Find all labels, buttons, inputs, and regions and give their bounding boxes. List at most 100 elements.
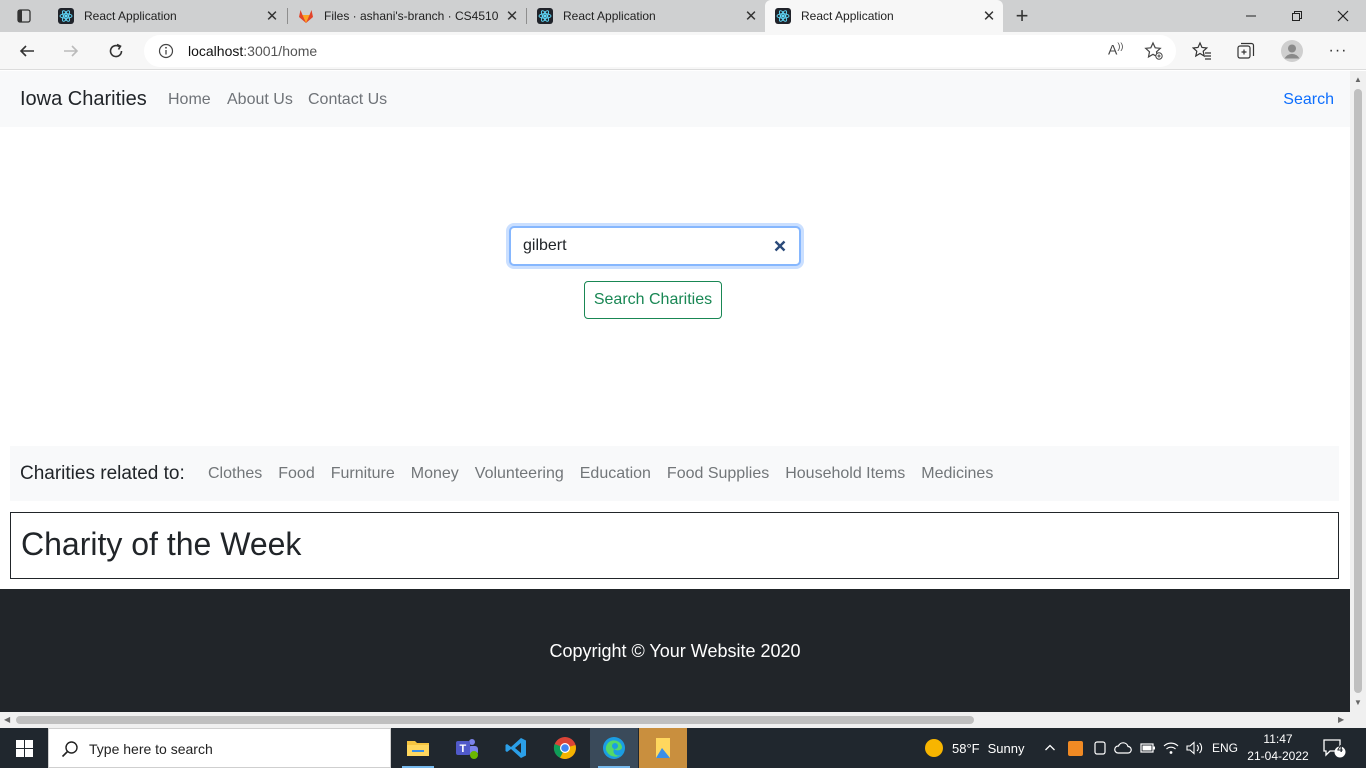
- refresh-button[interactable]: [101, 36, 131, 66]
- category-link[interactable]: Volunteering: [475, 465, 564, 483]
- favorites-icon: [1192, 41, 1211, 60]
- tab-close-icon[interactable]: ✕: [975, 7, 1003, 25]
- browser-tab-1[interactable]: React Application ✕: [48, 0, 286, 32]
- category-link[interactable]: Clothes: [208, 465, 262, 483]
- close-window-button[interactable]: [1320, 0, 1366, 32]
- tray-battery-icon[interactable]: [1140, 728, 1156, 768]
- taskbar-app-pinned[interactable]: [639, 728, 687, 768]
- more-dots-icon: ···: [1328, 42, 1348, 59]
- tab-close-icon[interactable]: ✕: [498, 7, 526, 25]
- language-label: ENG: [1212, 741, 1239, 755]
- sun-icon: [925, 739, 943, 757]
- taskbar-search-placeholder: Type here to search: [89, 741, 213, 757]
- refresh-icon: [109, 43, 123, 58]
- clock-date: 21-04-2022: [1247, 749, 1309, 763]
- category-link[interactable]: Food Supplies: [667, 465, 769, 483]
- avatar-icon: [1281, 40, 1303, 62]
- brand-link[interactable]: Iowa Charities: [20, 88, 147, 111]
- nav-link-search[interactable]: Search: [1283, 91, 1334, 109]
- weather-temperature: 58°F: [952, 740, 980, 756]
- taskbar-search-box[interactable]: Type here to search: [48, 728, 391, 768]
- category-link[interactable]: Money: [411, 465, 459, 483]
- device-icon: [1094, 741, 1106, 755]
- category-link[interactable]: Household Items: [785, 465, 905, 483]
- tab-close-icon[interactable]: ✕: [258, 7, 286, 25]
- search-input[interactable]: [523, 236, 763, 256]
- taskbar-chrome[interactable]: [541, 728, 589, 768]
- tab-title: Files · ashani's-branch · CS4510 S: [324, 9, 498, 23]
- search-charities-button[interactable]: Search Charities: [584, 281, 722, 319]
- scrollbar-corner: [1350, 712, 1366, 728]
- taskbar-file-explorer[interactable]: [394, 728, 442, 768]
- taskbar-vscode[interactable]: [492, 728, 540, 768]
- nav-link-contact[interactable]: Contact Us: [308, 91, 387, 109]
- input-language-button[interactable]: ENG: [1212, 728, 1238, 768]
- tab-close-icon[interactable]: ✕: [737, 7, 765, 25]
- vertical-scroll-thumb[interactable]: [1354, 89, 1362, 693]
- settings-more-button[interactable]: ···: [1323, 36, 1353, 66]
- react-favicon-icon: [58, 8, 74, 24]
- battery-icon: [1140, 743, 1155, 753]
- page-viewport: Iowa Charities Home About Us Contact Us …: [0, 71, 1350, 712]
- category-link[interactable]: Education: [580, 465, 651, 483]
- browser-tab-4-active[interactable]: React Application ✕: [765, 0, 1003, 32]
- browser-tab-3[interactable]: React Application ✕: [527, 0, 765, 32]
- category-link[interactable]: Medicines: [921, 465, 993, 483]
- svg-text:T: T: [460, 743, 467, 755]
- add-favorite-icon[interactable]: [1144, 41, 1164, 61]
- chevron-up-icon: [1045, 744, 1055, 751]
- forward-button[interactable]: [56, 36, 86, 66]
- tab-actions-icon: [17, 9, 31, 23]
- windows-logo-icon: [15, 739, 33, 757]
- tray-device-icon[interactable]: [1093, 728, 1107, 768]
- weather-description: Sunny: [987, 740, 1025, 756]
- react-favicon-icon: [775, 8, 791, 24]
- minimize-button[interactable]: [1228, 0, 1274, 32]
- weather-widget[interactable]: 58°F Sunny: [924, 728, 1024, 768]
- horizontal-scroll-thumb[interactable]: [16, 716, 974, 724]
- notification-center-button[interactable]: 4: [1322, 738, 1346, 763]
- browser-tab-2[interactable]: Files · ashani's-branch · CS4510 S ✕: [288, 0, 526, 32]
- category-link[interactable]: Furniture: [331, 465, 395, 483]
- taskbar-teams[interactable]: T: [443, 728, 491, 768]
- clear-search-icon[interactable]: [773, 239, 787, 253]
- tray-app-icon[interactable]: [1068, 728, 1083, 768]
- profile-button[interactable]: [1277, 36, 1307, 66]
- info-icon[interactable]: [158, 43, 174, 59]
- url-host: localhost: [188, 43, 244, 59]
- new-tab-button[interactable]: +: [1008, 0, 1036, 32]
- chrome-icon: [553, 737, 576, 759]
- vscode-icon: [505, 738, 526, 758]
- clock-time: 11:47: [1263, 732, 1293, 746]
- vertical-scrollbar[interactable]: ▲ ▼: [1350, 71, 1366, 712]
- tab-actions-button[interactable]: [0, 0, 48, 32]
- scroll-right-icon[interactable]: ▶: [1338, 715, 1344, 724]
- back-button[interactable]: [12, 36, 42, 66]
- teams-icon: T: [456, 739, 478, 759]
- category-link[interactable]: Food: [278, 465, 314, 483]
- start-button[interactable]: [0, 728, 48, 768]
- system-clock[interactable]: 11:47 21-04-2022: [1240, 731, 1316, 765]
- tab-title: React Application: [563, 9, 656, 23]
- nav-link-about[interactable]: About Us: [227, 91, 293, 109]
- restore-button[interactable]: [1274, 0, 1320, 32]
- categories-bar: Charities related to: Clothes Food Furni…: [10, 446, 1339, 501]
- tray-wifi-icon[interactable]: [1163, 728, 1179, 768]
- taskbar-edge[interactable]: [590, 728, 638, 768]
- url-text: localhost:3001/home: [188, 43, 317, 59]
- scroll-up-icon[interactable]: ▲: [1354, 75, 1362, 84]
- favorites-button[interactable]: [1187, 36, 1217, 66]
- scroll-down-icon[interactable]: ▼: [1354, 698, 1362, 707]
- horizontal-scrollbar[interactable]: ◀ ▶: [0, 712, 1350, 728]
- minimize-icon: [1246, 15, 1256, 17]
- scroll-left-icon[interactable]: ◀: [4, 715, 10, 724]
- collections-button[interactable]: [1231, 36, 1261, 66]
- nav-link-home[interactable]: Home: [168, 91, 211, 109]
- tray-network-cloud-icon[interactable]: [1114, 728, 1132, 768]
- tray-volume-icon[interactable]: [1186, 728, 1204, 768]
- address-bar[interactable]: localhost:3001/home A)): [144, 35, 1176, 67]
- read-aloud-icon[interactable]: A)): [1108, 41, 1123, 58]
- show-hidden-icons-button[interactable]: [1044, 728, 1056, 768]
- search-box: [509, 226, 801, 266]
- site-footer: Copyright © Your Website 2020: [0, 589, 1350, 712]
